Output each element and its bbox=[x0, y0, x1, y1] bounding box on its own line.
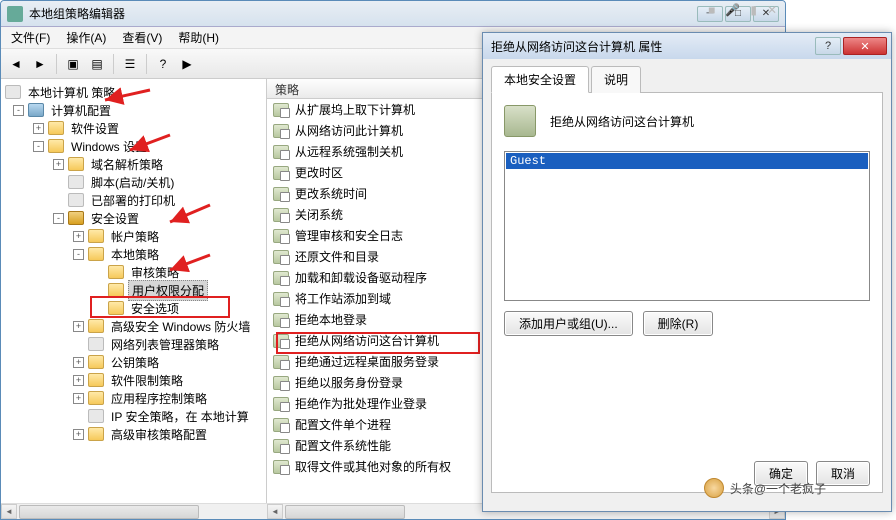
camera-icon: ■ bbox=[708, 3, 715, 17]
scroll-left-icon[interactable]: ◄ bbox=[1, 504, 17, 519]
bars-icon: ▮ bbox=[750, 3, 757, 17]
listbox-item-guest[interactable]: Guest bbox=[506, 153, 868, 169]
remove-button[interactable]: 删除(R) bbox=[643, 311, 714, 336]
tree-scrollbar[interactable]: ◄ ► bbox=[1, 503, 267, 519]
properties-dialog: 拒绝从网络访问这台计算机 属性 ? ✕ 本地安全设置 说明 拒绝从网络访问这台计… bbox=[482, 32, 892, 512]
users-listbox[interactable]: Guest bbox=[504, 151, 870, 301]
dialog-close-button[interactable]: ✕ bbox=[843, 37, 887, 55]
scroll-left-icon[interactable]: ◄ bbox=[267, 504, 283, 519]
watermark-text: 头条@一个老疯子 bbox=[730, 480, 826, 497]
dialog-title: 拒绝从网络访问这台计算机 属性 bbox=[487, 38, 815, 55]
dialog-help-button[interactable]: ? bbox=[815, 37, 841, 55]
external-icons: ■ 🎤 ▮ ✕ bbox=[708, 3, 777, 17]
arrow-annotation bbox=[0, 0, 480, 500]
watermark: 头条@一个老疯子 bbox=[704, 478, 826, 498]
dialog-titlebar: 拒绝从网络访问这台计算机 属性 ? ✕ bbox=[483, 33, 891, 59]
close-icon: ✕ bbox=[767, 3, 777, 17]
property-title: 拒绝从网络访问这台计算机 bbox=[550, 113, 694, 130]
tab-description[interactable]: 说明 bbox=[591, 66, 641, 93]
tab-local-security[interactable]: 本地安全设置 bbox=[491, 66, 589, 93]
dialog-tabs: 本地安全设置 说明 bbox=[491, 65, 883, 93]
property-icon bbox=[504, 105, 536, 137]
avatar-icon bbox=[704, 478, 724, 498]
add-user-button[interactable]: 添加用户或组(U)... bbox=[504, 311, 633, 336]
tab-panel: 拒绝从网络访问这台计算机 Guest 添加用户或组(U)... 删除(R) 确定… bbox=[491, 93, 883, 493]
mic-icon: 🎤 bbox=[725, 3, 740, 17]
